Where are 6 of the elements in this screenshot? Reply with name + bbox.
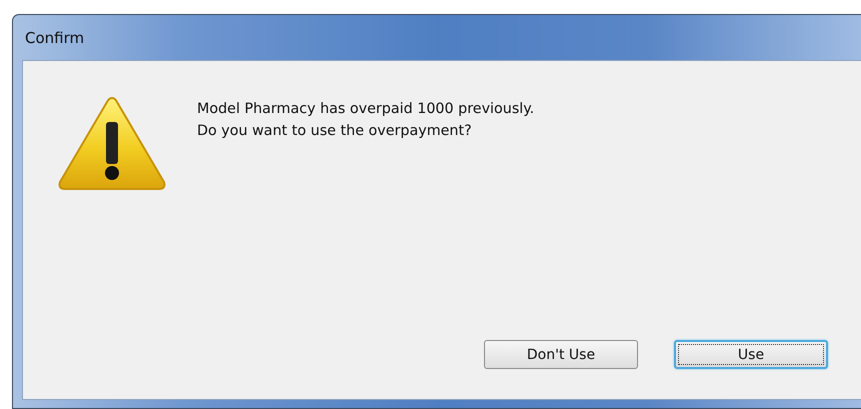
message-text: Model Pharmacy has overpaid 1000 previously. bbox=[197, 100, 534, 119]
window-title: Confirm bbox=[25, 28, 84, 46]
message-text: Do you want to use the overpayment? bbox=[197, 122, 473, 141]
dialog-button[interactable]: Don't Use bbox=[484, 340, 638, 369]
dialog-button[interactable]: Use bbox=[674, 340, 828, 369]
warning-icon bbox=[57, 94, 167, 192]
